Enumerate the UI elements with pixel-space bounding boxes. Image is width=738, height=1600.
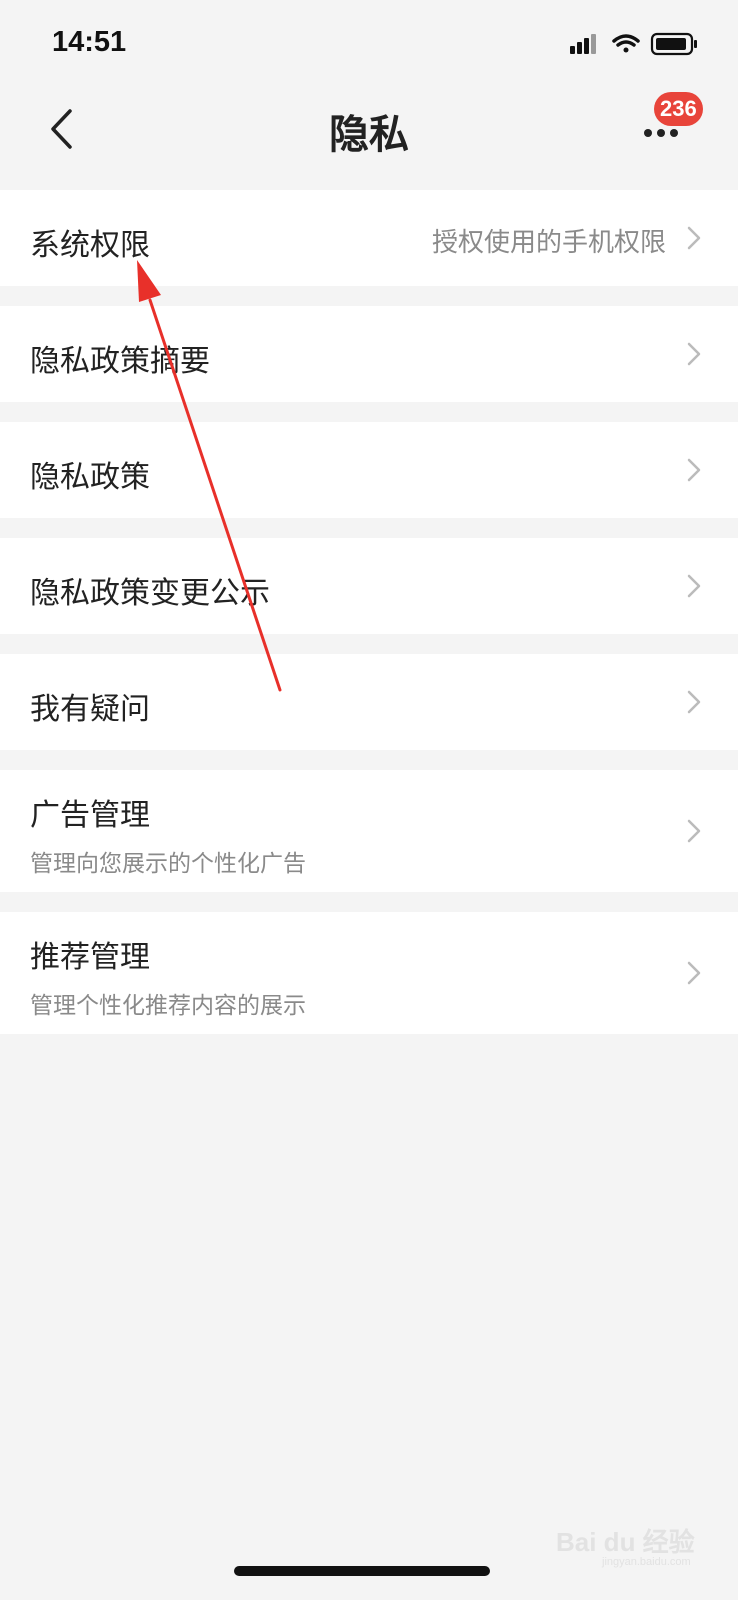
list-item-policy-changes[interactable]: 隐私政策变更公示 [0,538,738,634]
home-indicator[interactable] [234,1566,490,1576]
item-title: 我有疑问 [30,692,150,727]
list-item-privacy-policy-summary[interactable]: 隐私政策摘要 [0,306,738,402]
watermark-logo: Bai du 经验 [556,1527,695,1557]
chevron-right-icon [687,961,701,985]
list-item-questions[interactable]: 我有疑问 [0,654,738,750]
item-value: 授权使用的手机权限 [431,228,666,258]
status-time: 14:51 [52,26,127,58]
chevron-right-icon [687,819,701,843]
list-item-ad-management[interactable]: 广告管理 管理向您展示的个性化广告 [0,770,738,892]
list-item-system-permissions[interactable]: 系统权限 授权使用的手机权限 [0,190,738,286]
page-title: 隐私 [329,112,409,158]
status-bar: 14:51 [0,0,738,86]
chevron-right-icon [687,342,701,366]
item-title: 推荐管理 [30,940,150,975]
list-item-recommendation-management[interactable]: 推荐管理 管理个性化推荐内容的展示 [0,912,738,1034]
item-title: 隐私政策变更公示 [30,576,270,611]
chevron-right-icon [687,226,701,250]
nav-bar: 隐私 236 [0,86,738,170]
item-subtitle: 管理个性化推荐内容的展示 [30,993,306,1019]
item-title: 系统权限 [30,228,150,263]
item-title: 隐私政策 [30,460,150,495]
watermark-url: jingyan.baidu.com [602,1556,691,1568]
status-icons [570,30,706,60]
more-dots-icon [644,129,678,137]
chevron-right-icon [687,458,701,482]
notification-badge: 236 [654,92,703,126]
list-item-privacy-policy[interactable]: 隐私政策 [0,422,738,518]
more-button[interactable]: 236 [636,92,703,158]
item-title: 隐私政策摘要 [30,344,210,379]
chevron-right-icon [687,574,701,598]
signal-icon [570,34,596,54]
battery-icon [650,32,697,56]
item-title: 广告管理 [30,798,150,833]
chevron-right-icon [687,690,701,714]
wifi-icon [612,34,640,53]
item-subtitle: 管理向您展示的个性化广告 [30,851,306,877]
privacy-settings-list: 系统权限 授权使用的手机权限 隐私政策摘要 隐私政策 隐私政策变更公示 我有疑问… [0,190,738,1054]
